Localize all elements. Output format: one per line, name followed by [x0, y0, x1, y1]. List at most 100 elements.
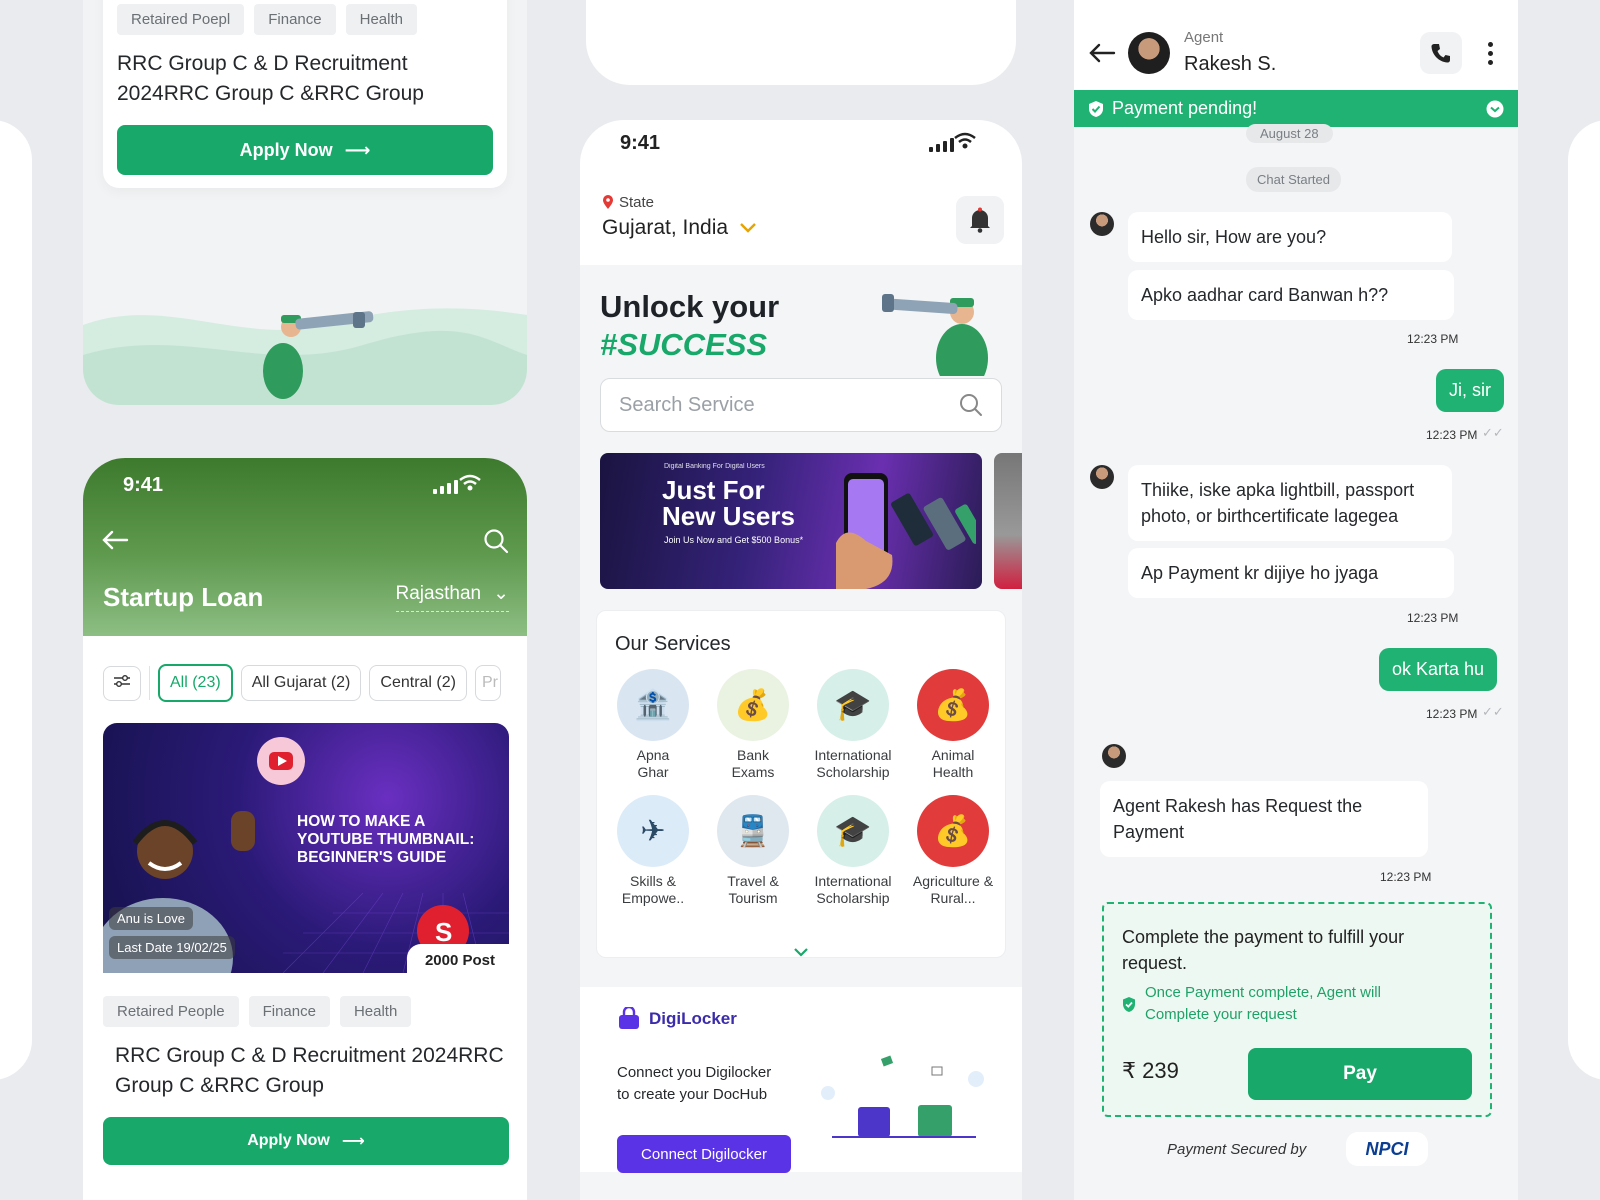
service-label: Bank Exams [731, 747, 775, 780]
message-agent: Thiike, iske apka lightbill, passport ph… [1128, 465, 1452, 541]
left-phone-edge [0, 120, 32, 1080]
post-count-badge: 2000 Post [406, 944, 509, 973]
message-agent: Agent Rakesh has Request the Payment [1100, 781, 1428, 857]
filter-chip-gujarat[interactable]: All Gujarat (2) [240, 665, 362, 701]
apply-now-button[interactable]: Apply Now ⟶ [117, 125, 493, 175]
card-tags: Retaired People Finance Health [103, 996, 509, 1027]
card-tag: Finance [248, 996, 330, 1027]
npci-logo: NPCI [1346, 1132, 1428, 1166]
service-label: International Scholarship [814, 873, 892, 906]
right-phone-edge [1568, 120, 1600, 1080]
filter-bar: All (23) All Gujarat (2) Central (2) Pr [103, 664, 501, 702]
region-select[interactable]: Rajasthan ⌄ [395, 582, 509, 612]
divider [149, 666, 150, 700]
apply-now-button[interactable]: Apply Now ⟶ [103, 1117, 509, 1165]
chat-started-pill: Chat Started [1246, 167, 1341, 192]
filter-chip-more[interactable]: Pr [474, 665, 501, 701]
service-label: Agriculture & Rural... [912, 873, 994, 906]
hero-title: Unlock your #SUCCESS [600, 288, 779, 364]
service-label: International Scholarship [814, 747, 892, 780]
chevron-down-icon: ⌄ [493, 583, 509, 604]
card-body: Retaired People Finance Health RRC Group… [103, 996, 509, 1165]
home-header: 9:41 State Gujarat, India [580, 120, 1022, 265]
money-bag-icon: 💰 [917, 669, 989, 741]
chevron-down-icon[interactable] [1486, 100, 1504, 118]
call-button[interactable] [1420, 32, 1462, 74]
services-grid: 🏦 Apna Ghar 💰 Bank Exams 🎓 International Scho… [603, 669, 1003, 907]
digilocker-text-2: to create your DocHub [617, 1086, 768, 1103]
filter-settings-button[interactable] [103, 665, 141, 701]
train-icon: 🚆 [717, 795, 789, 867]
video-thumbnail[interactable]: S HOW TO MAKE A YOUTUBE THUMBNAIL: BEGIN… [103, 723, 509, 973]
promo-banner[interactable]: Digital Banking For Digital Users Just F… [600, 453, 982, 589]
location-label-row: State [602, 194, 654, 211]
status-time: 9:41 [123, 474, 164, 496]
service-item[interactable]: 🎓 International Scholarship [803, 669, 903, 781]
services-card: Our Services 🏦 Apna Ghar 💰 Bank Exams 🎓 Inter… [596, 610, 1006, 958]
agent-avatar [1128, 32, 1170, 74]
money-bag-icon: 💰 [917, 795, 989, 867]
location-select[interactable]: Gujarat, India [602, 216, 756, 240]
author-badge: Anu is Love [109, 907, 193, 930]
agent-name: Rakesh S. [1184, 53, 1277, 75]
job-tag: Finance [254, 4, 336, 35]
service-item[interactable]: 🏦 Apna Ghar [603, 669, 703, 781]
connect-digilocker-button[interactable]: Connect Digilocker [617, 1135, 791, 1173]
card-title: RRC Group C & D Recruitment 2024RRC Grou… [115, 1044, 504, 1097]
next-banner-peek[interactable] [994, 453, 1022, 589]
more-options-icon[interactable] [1488, 42, 1493, 65]
startup-loan-screen: 9:41 Startup Loan Rajasthan ⌄ All (23) A… [83, 458, 527, 1200]
location-label: State [619, 194, 655, 211]
bell-icon [970, 207, 990, 233]
digilocker-card: DigiLocker Connect you Digilocker to cre… [580, 987, 1022, 1173]
message-agent: Hello sir, How are you? [1128, 212, 1452, 262]
sliders-icon [114, 674, 130, 687]
service-item[interactable]: 💰 Animal Health [903, 669, 1003, 781]
back-arrow-icon[interactable] [1088, 42, 1116, 64]
location-pin-icon [603, 195, 613, 209]
filter-chip-central[interactable]: Central (2) [369, 665, 467, 701]
back-arrow-icon[interactable] [101, 530, 129, 550]
phone-hand-illustration [836, 473, 976, 589]
airplane-globe-icon: ✈ [617, 795, 689, 867]
arrow-right-icon: ⟶ [344, 139, 371, 160]
chevron-down-icon[interactable] [793, 947, 809, 957]
hills-illustration [83, 308, 527, 405]
service-item[interactable]: ✈ Skills & Empowe.. [603, 795, 703, 907]
job-card: Retaired Poepl Finance Health RRC Group … [103, 0, 507, 188]
message-agent: Apko aadhar card Banwan h?? [1128, 270, 1454, 320]
notification-button[interactable] [956, 196, 1004, 244]
secured-by-text: Payment Secured by [1167, 1141, 1307, 1158]
screen-header: 9:41 Startup Loan Rajasthan ⌄ [83, 458, 527, 636]
filter-chip-all[interactable]: All (23) [158, 664, 233, 702]
payment-amount: ₹ 239 [1122, 1058, 1179, 1083]
agent-avatar [1090, 465, 1114, 489]
chevron-down-icon [740, 223, 756, 233]
pay-button[interactable]: Pay [1248, 1048, 1472, 1100]
agent-avatar [1102, 744, 1126, 768]
home-screen: 9:41 State Gujarat, India Unlock your #S… [580, 120, 1022, 1200]
message-time: 12:23 PM [1407, 611, 1459, 625]
digilocker-text: Connect you Digilocker to create your Do… [617, 1062, 771, 1106]
banner-title-line-1: Just For [662, 475, 765, 505]
message-user: ok Karta hu [1379, 648, 1498, 691]
service-item[interactable]: 💰 Bank Exams [703, 669, 803, 781]
service-item[interactable]: 🚆 Travel & Tourism [703, 795, 803, 907]
search-icon[interactable] [959, 393, 983, 417]
message-agent: Ap Payment kr dijiye ho jyaga [1128, 548, 1454, 598]
job-tag: Retaired Poepl [117, 4, 245, 35]
arrow-right-icon: ⟶ [341, 1133, 365, 1150]
date-pill: August 28 [1246, 124, 1333, 143]
globe-graduation-icon: 🎓 [817, 795, 889, 867]
payment-note: Once Payment complete, Agent will Comple… [1145, 984, 1381, 1023]
service-item[interactable]: 💰 Agriculture & Rural... [903, 795, 1003, 907]
message-user: Ji, sir [1436, 369, 1504, 412]
payment-pending-text: Payment pending! [1112, 98, 1258, 118]
banner-tag: Digital Banking For Digital Users [664, 463, 765, 470]
payment-pending-banner[interactable]: Payment pending! [1074, 90, 1518, 127]
search-icon[interactable] [483, 528, 509, 554]
service-item[interactable]: 🎓 International Scholarship [803, 795, 903, 907]
search-input[interactable]: Search Service [600, 378, 1002, 432]
shield-check-icon [1089, 100, 1103, 117]
job-card-screen-top: Retaired Poepl Finance Health RRC Group … [83, 0, 527, 405]
